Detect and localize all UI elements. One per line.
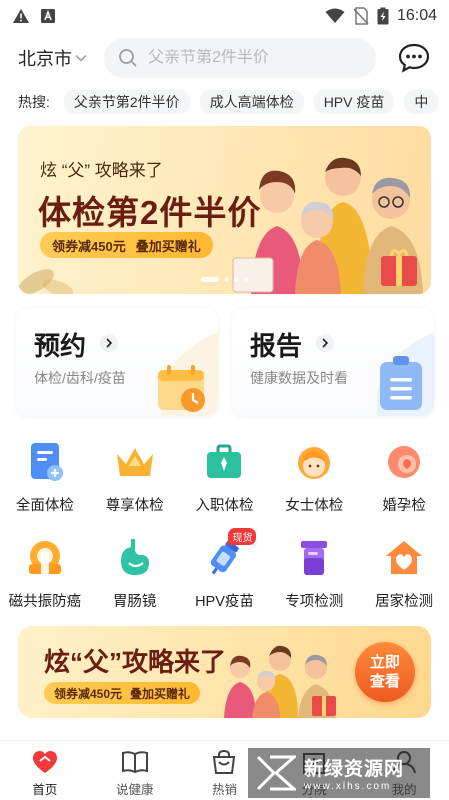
grid-item-gastroscopy[interactable]: 胃肠镜: [90, 536, 180, 632]
clipboard-icon: [376, 332, 434, 416]
grid-item-marriage-pregnancy[interactable]: 婚孕检: [359, 440, 449, 536]
watermark: 新绿资源网 www.xlhs.com: [248, 748, 430, 798]
battery-icon: [377, 7, 389, 25]
woman-icon: [298, 447, 331, 479]
chevron-down-icon: [75, 54, 87, 62]
banner-pagination: [200, 277, 249, 282]
grid-item-label: 全面体检: [15, 498, 74, 514]
watermark-text: 新绿资源网: [304, 759, 405, 780]
grid-item-premium-checkup[interactable]: 尊享体检: [90, 440, 180, 536]
view-now-button[interactable]: 立即 查看: [355, 642, 415, 702]
grid-item-women-checkup[interactable]: 女士体检: [269, 440, 359, 536]
banner2-promo-left: 领券减450元: [54, 686, 123, 701]
banner-promo-right: 叠加买赠礼: [135, 238, 201, 254]
home-heart-icon: [386, 541, 423, 574]
banner-subtitle: 炫 “父” 攻略来了: [40, 161, 163, 180]
banner-title: 体检第2件半价: [38, 194, 262, 231]
chevron-right-icon: [100, 334, 118, 352]
warning-icon: [13, 9, 29, 23]
grid-item-special-test[interactable]: 专项检测: [269, 536, 359, 632]
family-illustration-small: [224, 645, 336, 718]
banner2-promo-right: 叠加买赠礼: [130, 686, 191, 701]
promo-banner-secondary[interactable]: 炫“父”攻略来了 领券减450元 叠加买赠礼 立即 查看: [18, 626, 431, 718]
tab-health-talk[interactable]: 说健康: [90, 741, 180, 800]
shopping-bag-icon: [213, 749, 236, 774]
grid-item-label: 胃肠镜: [112, 594, 157, 610]
search-bar[interactable]: [104, 38, 376, 78]
banner2-title: 炫“父”攻略来了: [44, 647, 227, 677]
banner2-promo-pill: 领券减450元 叠加买赠礼: [44, 682, 201, 704]
watermark-logo-icon: [256, 755, 296, 791]
banner-dot[interactable]: [200, 277, 219, 282]
appointment-card[interactable]: 预约 体检/齿科/疫苗: [16, 308, 218, 416]
card-title: 报告: [250, 331, 303, 361]
briefcase-icon: [207, 444, 242, 478]
test-tube-icon: [301, 541, 328, 575]
grid-item-home-test[interactable]: 居家检测: [359, 536, 449, 632]
cta-line-1: 立即: [369, 654, 400, 671]
tab-label: 热销: [211, 783, 237, 797]
city-label: 北京市: [18, 49, 72, 69]
tab-label: 说健康: [115, 783, 154, 797]
document-plus-icon: [30, 443, 63, 481]
grid-item-comprehensive-checkup[interactable]: 全面体检: [0, 440, 90, 536]
grid-item-hpv-vaccine[interactable]: 现货 HPV疫苗: [180, 528, 270, 632]
status-bar: 16:04: [0, 0, 449, 32]
banner-dot[interactable]: [243, 277, 249, 282]
hot-search-label: 热搜:: [18, 94, 50, 110]
grid-item-label: 女士体检: [285, 498, 344, 514]
service-grid: 全面体检 尊享体检 入职体检 女士体检 婚孕检 磁共振防癌 胃肠镜 现货 HPV…: [0, 440, 449, 632]
calendar-clock-icon: [158, 332, 218, 416]
promo-banner[interactable]: 炫 “父” 攻略来了 体检第2件半价 领券减450元 叠加买赠礼: [18, 126, 431, 294]
pregnancy-icon: [388, 446, 421, 478]
city-selector[interactable]: 北京市: [18, 45, 104, 71]
heart-home-icon: [32, 751, 57, 773]
header: 北京市: [0, 36, 449, 80]
stomach-icon: [120, 539, 149, 575]
grid-item-label: 婚孕检: [382, 498, 426, 514]
hot-search-bar: 热搜: 父亲节第2件半价 成人高端体检 HPV 疫苗 中: [18, 90, 449, 114]
crown-icon: [116, 448, 153, 476]
in-stock-badge: 现货: [228, 528, 257, 545]
chat-bubble-icon: [398, 43, 430, 73]
grid-item-label: 居家检测: [375, 594, 434, 610]
a-icon: [41, 9, 55, 23]
grid-item-label: 尊享体检: [105, 498, 164, 514]
chevron-right-icon: [316, 334, 334, 352]
banner-promo-left: 领券减450元: [52, 238, 126, 254]
tab-label: 首页: [32, 783, 58, 797]
card-title: 预约: [34, 331, 87, 361]
hot-search-chip[interactable]: 父亲节第2件半价: [63, 90, 190, 114]
grid-item-mri-cancer-screening[interactable]: 磁共振防癌: [0, 536, 90, 632]
grid-item-label: 磁共振防癌: [8, 594, 82, 610]
grid-item-label: 入职体检: [195, 498, 254, 514]
search-icon: [119, 49, 137, 67]
cta-line-2: 查看: [369, 673, 400, 690]
search-input[interactable]: [148, 49, 358, 67]
card-subtitle: 健康数据及时看: [250, 370, 348, 386]
grid-item-label: HPV疫苗: [195, 594, 254, 610]
mri-icon: [28, 541, 61, 574]
book-icon: [121, 751, 148, 774]
grid-item-label: 专项检测: [285, 594, 344, 610]
tab-home[interactable]: 首页: [0, 741, 90, 800]
family-illustration: [232, 157, 423, 294]
card-subtitle: 体检/齿科/疫苗: [34, 370, 126, 386]
banner-dot[interactable]: [233, 277, 239, 282]
hot-search-chip[interactable]: 成人高端体检: [199, 90, 304, 114]
banner-dot[interactable]: [223, 277, 229, 282]
message-button[interactable]: [397, 41, 431, 75]
banner-promo-pill: 领券减450元 叠加买赠礼: [40, 232, 213, 258]
hot-search-chip[interactable]: HPV 疫苗: [313, 90, 395, 114]
grid-item-employment-checkup[interactable]: 入职体检: [180, 440, 270, 536]
wifi-icon: [325, 8, 345, 23]
no-sim-icon: [353, 7, 369, 25]
status-time: 16:04: [396, 7, 437, 24]
report-card[interactable]: 报告 健康数据及时看: [232, 308, 434, 416]
watermark-url: www.xlhs.com: [304, 781, 392, 792]
hot-search-chip[interactable]: 中: [404, 90, 439, 114]
